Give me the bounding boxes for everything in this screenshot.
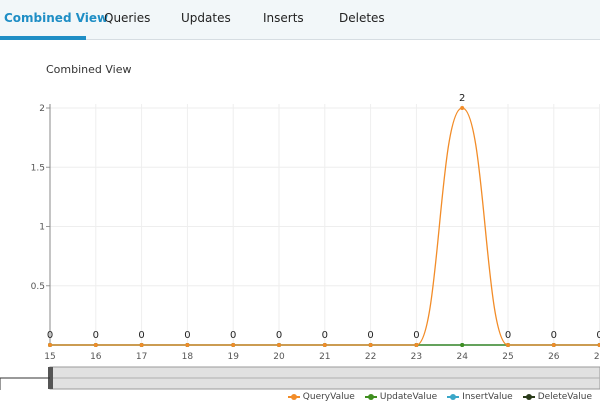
data-point-query[interactable] (506, 343, 510, 347)
x-tick-label: 15 (44, 352, 55, 362)
delete-series-swatch-icon (522, 392, 535, 402)
y-tick-label: 2 (39, 104, 45, 114)
x-tick-label: 19 (227, 352, 239, 362)
y-tick-label: 1.5 (31, 163, 45, 173)
legend-item-query[interactable]: QueryValue (287, 392, 355, 402)
query-series-swatch-icon (287, 392, 300, 402)
data-point-query[interactable] (414, 343, 419, 347)
x-tick-label: 17 (136, 352, 147, 362)
data-label: 0 (276, 330, 282, 341)
combined-view-chart: 0.511.5215161718192021222324252627000000… (0, 93, 600, 390)
legend-label-insert: InsertValue (462, 392, 513, 402)
x-tick-label: 18 (182, 352, 194, 362)
data-label: 0 (230, 330, 236, 341)
x-tick-label: 26 (548, 352, 560, 362)
data-point-query[interactable] (231, 343, 236, 347)
x-tick-label: 20 (273, 352, 285, 362)
data-label: 0 (47, 330, 53, 341)
update-series-swatch-icon (364, 392, 377, 402)
x-tick-label: 21 (319, 352, 330, 362)
data-point-query[interactable] (368, 343, 373, 347)
data-label: 0 (322, 330, 328, 341)
data-point-query[interactable] (551, 343, 556, 347)
data-label: 0 (551, 330, 557, 341)
legend-label-delete: DeleteValue (537, 392, 592, 402)
insert-series-swatch-icon (447, 392, 460, 402)
chart-legend: QueryValue UpdateValue InsertValue Delet… (287, 390, 600, 404)
data-point-query[interactable] (48, 343, 52, 347)
x-tick-label: 23 (411, 352, 422, 362)
data-label: 0 (505, 330, 511, 341)
x-tick-label: 22 (365, 352, 376, 362)
legend-item-insert[interactable]: InsertValue (447, 392, 513, 402)
legend-label-query: QueryValue (302, 392, 355, 402)
data-point-update[interactable] (460, 343, 465, 347)
data-label: 0 (413, 330, 419, 341)
data-point-query[interactable] (185, 343, 190, 347)
legend-label-update: UpdateValue (379, 392, 438, 402)
data-point-query[interactable] (139, 343, 144, 347)
data-point-query[interactable] (460, 106, 465, 110)
legend-item-delete[interactable]: DeleteValue (522, 392, 592, 402)
y-tick-label: 0.5 (31, 282, 45, 292)
data-label: 0 (596, 330, 600, 341)
data-label: 0 (138, 330, 144, 341)
legend-item-update[interactable]: UpdateValue (364, 392, 438, 402)
x-tick-label: 24 (456, 352, 468, 362)
x-tick-label: 25 (502, 352, 513, 362)
data-point-query[interactable] (322, 343, 327, 347)
data-point-query[interactable] (93, 343, 98, 347)
data-point-query[interactable] (277, 343, 281, 347)
x-tick-label: 16 (90, 352, 102, 362)
data-label: 0 (184, 330, 190, 341)
data-label: 0 (367, 330, 373, 341)
y-tick-label: 1 (39, 223, 45, 233)
x-tick-label: 27 (594, 352, 600, 362)
data-label: 0 (93, 330, 99, 341)
data-label: 2 (459, 93, 465, 104)
